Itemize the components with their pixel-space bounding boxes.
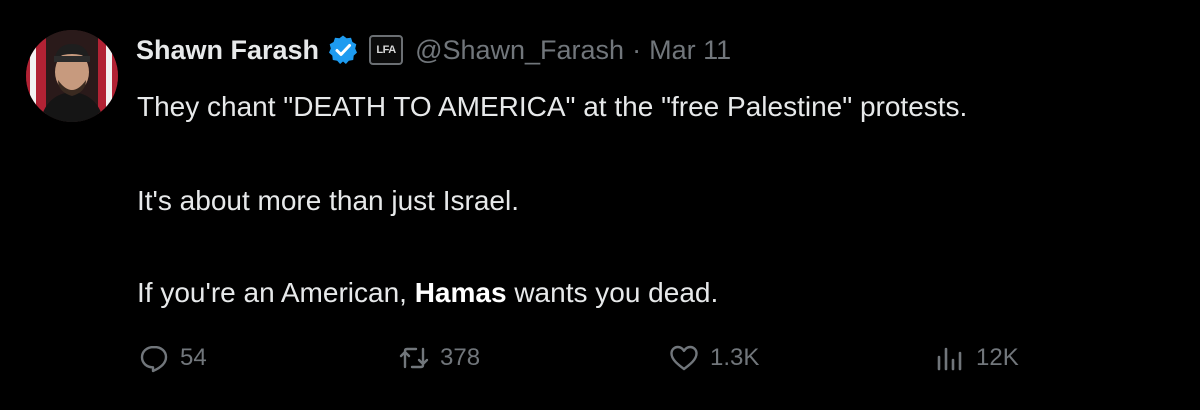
like-button[interactable]: 1.3K	[666, 336, 759, 380]
views-button[interactable]: 12K	[932, 336, 1019, 380]
retweet-count: 378	[440, 344, 481, 371]
retweet-button[interactable]: 378	[396, 336, 480, 380]
retweet-icon	[399, 347, 429, 369]
tweet-line-3: If you're an American, Hamas wants you d…	[137, 274, 718, 312]
tweet-line-3-end: wants you dead.	[506, 277, 719, 308]
avatar[interactable]	[26, 30, 118, 122]
reply-icon	[140, 345, 168, 373]
tweet-line-2: It's about more than just Israel.	[137, 185, 519, 216]
like-count: 1.3K	[710, 344, 760, 371]
tweet-line-1: They chant "DEATH TO AMERICA" at the "fr…	[137, 91, 968, 122]
avatar-image	[26, 30, 118, 122]
display-name[interactable]: Shawn Farash	[136, 35, 319, 66]
user-handle[interactable]: @Shawn_Farash	[415, 35, 624, 66]
tweet-bold-hamas: Hamas	[414, 277, 507, 308]
affiliation-badge-text: LFA	[376, 44, 396, 56]
affiliation-badge-icon[interactable]: LFA	[369, 35, 404, 65]
separator-dot: ·	[632, 34, 642, 65]
verified-badge-icon[interactable]	[327, 34, 359, 66]
tweet-date[interactable]: Mar 11	[649, 35, 731, 66]
reply-button[interactable]: 54	[136, 336, 207, 380]
action-bar: 54 378 1.3K 12K	[136, 336, 1096, 380]
tweet-card[interactable]: Shawn Farash LFA @Shawn_Farash · Mar 11 …	[0, 0, 1200, 410]
heart-icon	[670, 345, 698, 371]
views-icon	[937, 347, 962, 371]
tweet-header: Shawn Farash LFA @Shawn_Farash · Mar 11	[136, 28, 731, 72]
tweet-line-3-start: If you're an American,	[137, 277, 415, 308]
reply-count: 54	[180, 344, 207, 371]
views-count: 12K	[976, 344, 1019, 371]
